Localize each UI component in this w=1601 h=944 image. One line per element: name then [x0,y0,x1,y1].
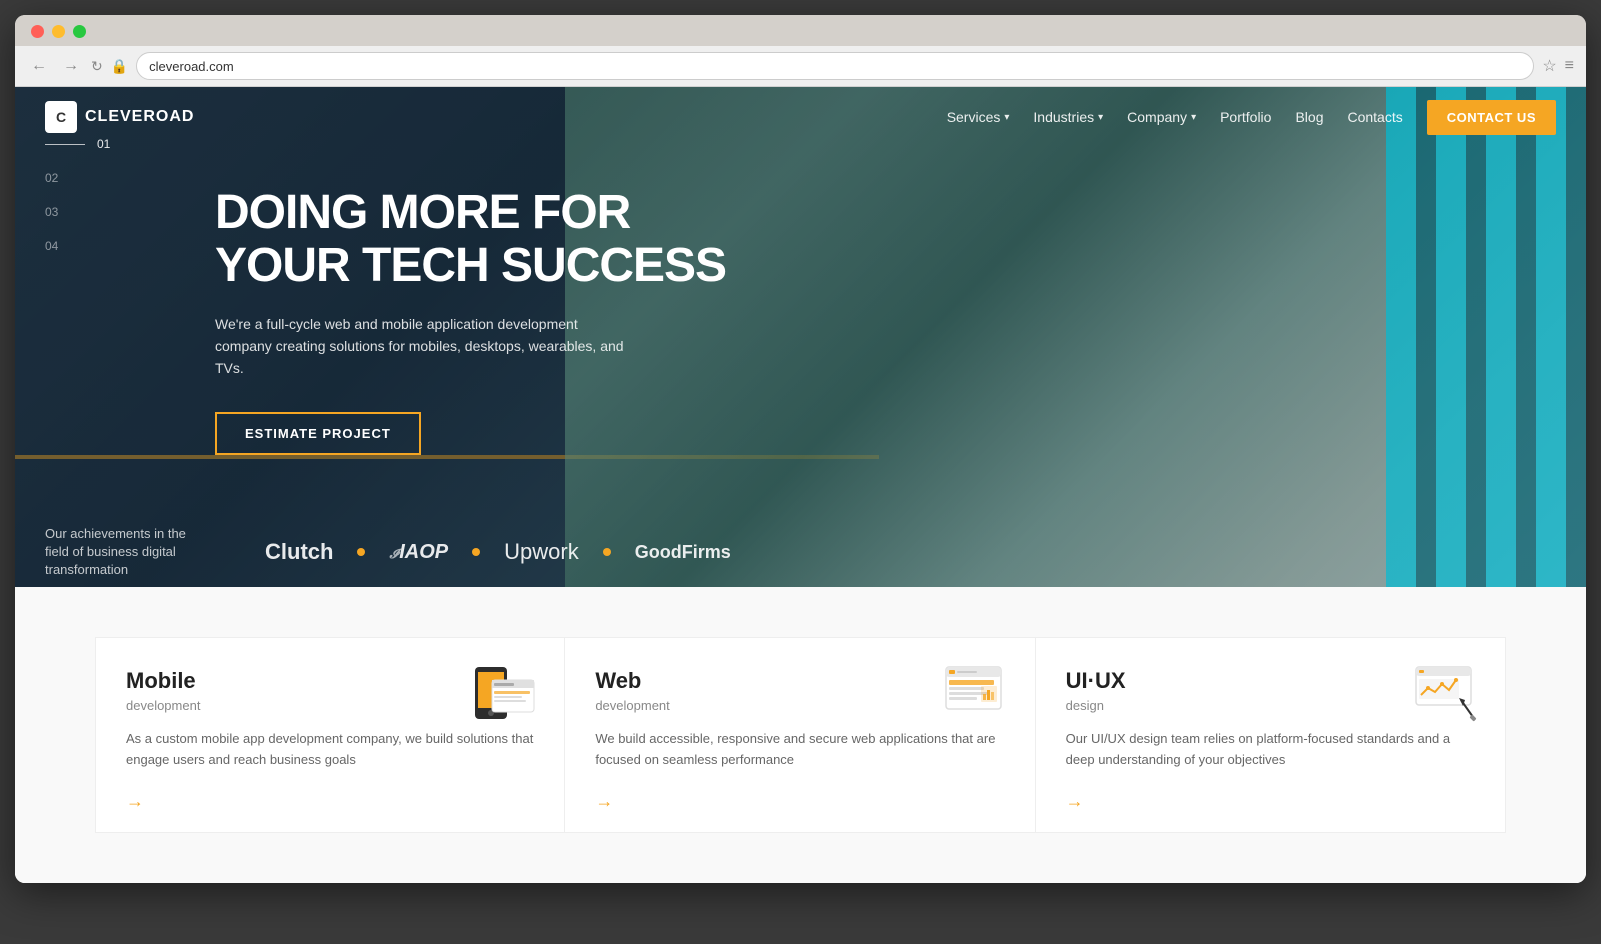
nav-industries[interactable]: Industries ▾ [1033,109,1103,125]
chevron-down-icon: ▾ [1098,112,1103,123]
uiux-service-icon [1411,662,1481,722]
chevron-down-icon: ▾ [1004,112,1009,123]
logo-icon: C [45,101,77,133]
uiux-service-card: UI·UX design Our UI/UX design team relie… [1036,637,1506,833]
partner-upwork: Upwork [504,539,579,564]
mobile-service-card: Mobile development As a custom mobile ap… [95,637,565,833]
forward-button[interactable]: → [59,55,83,77]
partner-iaop: 𝓘IAOP [389,541,448,563]
logo-link[interactable]: C CLEVEROAD [45,101,194,133]
contact-us-button[interactable]: CONTACT US [1427,100,1556,135]
minimize-window-button[interactable] [52,25,65,38]
logo-text: CLEVEROAD [85,108,194,126]
partner-separator-dot [603,548,611,556]
uiux-service-arrow-icon[interactable]: → [1066,791,1084,811]
refresh-button[interactable]: ↻ [91,58,103,75]
partner-goodfirms: GoodFirms [635,542,731,562]
hero-section: C CLEVEROAD Services ▾ Industries ▾ Comp… [15,87,1586,587]
nav-company[interactable]: Company ▾ [1127,109,1196,125]
mobile-service-desc: As a custom mobile app development compa… [126,729,534,771]
browser-window: ← → ↻ 🔒 cleveroad.com ☆ ≡ C CLEVEROAD Se… [15,15,1586,883]
hero-subtitle: We're a full-cycle web and mobile applic… [215,313,635,380]
maximize-window-button[interactable] [73,25,86,38]
close-window-button[interactable] [31,25,44,38]
web-service-arrow-icon[interactable]: → [595,791,613,811]
url-text: cleveroad.com [149,59,234,74]
chevron-down-icon: ▾ [1191,112,1196,123]
uiux-service-desc: Our UI/UX design team relies on platform… [1066,729,1475,771]
nav-blog[interactable]: Blog [1295,109,1323,125]
nav-services[interactable]: Services ▾ [947,109,1010,125]
achievements-text: Our achievements in the field of busines… [45,525,205,580]
partner-clutch: Clutch [265,539,333,564]
nav-links-list: Services ▾ Industries ▾ Company ▾ Portfo… [947,100,1556,135]
hero-title: DOING MORE FOR YOUR TECH SUCCESS [215,187,735,293]
web-service-desc: We build accessible, responsive and secu… [595,729,1004,771]
partner-separator-dot [357,548,365,556]
nav-portfolio[interactable]: Portfolio [1220,109,1271,125]
menu-icon[interactable]: ≡ [1565,57,1574,75]
nav-contacts[interactable]: Contacts [1347,109,1402,125]
main-navigation: C CLEVEROAD Services ▾ Industries ▾ Comp… [15,87,1586,147]
estimate-project-button[interactable]: ESTIMATE PROJECT [215,412,421,455]
address-bar[interactable]: cleveroad.com [136,52,1534,80]
browser-titlebar [15,15,1586,46]
security-icon: 🔒 [111,58,128,75]
mobile-service-arrow-icon[interactable]: → [126,791,144,811]
website-content: C CLEVEROAD Services ▾ Industries ▾ Comp… [15,87,1586,883]
bookmark-icon[interactable]: ☆ [1542,56,1556,76]
web-service-icon [941,662,1011,722]
browser-toolbar: ← → ↻ 🔒 cleveroad.com ☆ ≡ [15,46,1586,87]
partners-list: Clutch 𝓘IAOP Upwork GoodFirms [265,539,731,565]
services-section: Mobile development As a custom mobile ap… [15,587,1586,883]
back-button[interactable]: ← [27,55,51,77]
hero-bottom-bar: Our achievements in the field of busines… [15,517,1586,587]
hero-content: DOING MORE FOR YOUR TECH SUCCESS We're a… [15,147,1586,455]
mobile-service-icon [470,662,540,722]
web-service-card: Web development We build accessible, res… [565,637,1035,833]
partner-separator-dot [472,548,480,556]
